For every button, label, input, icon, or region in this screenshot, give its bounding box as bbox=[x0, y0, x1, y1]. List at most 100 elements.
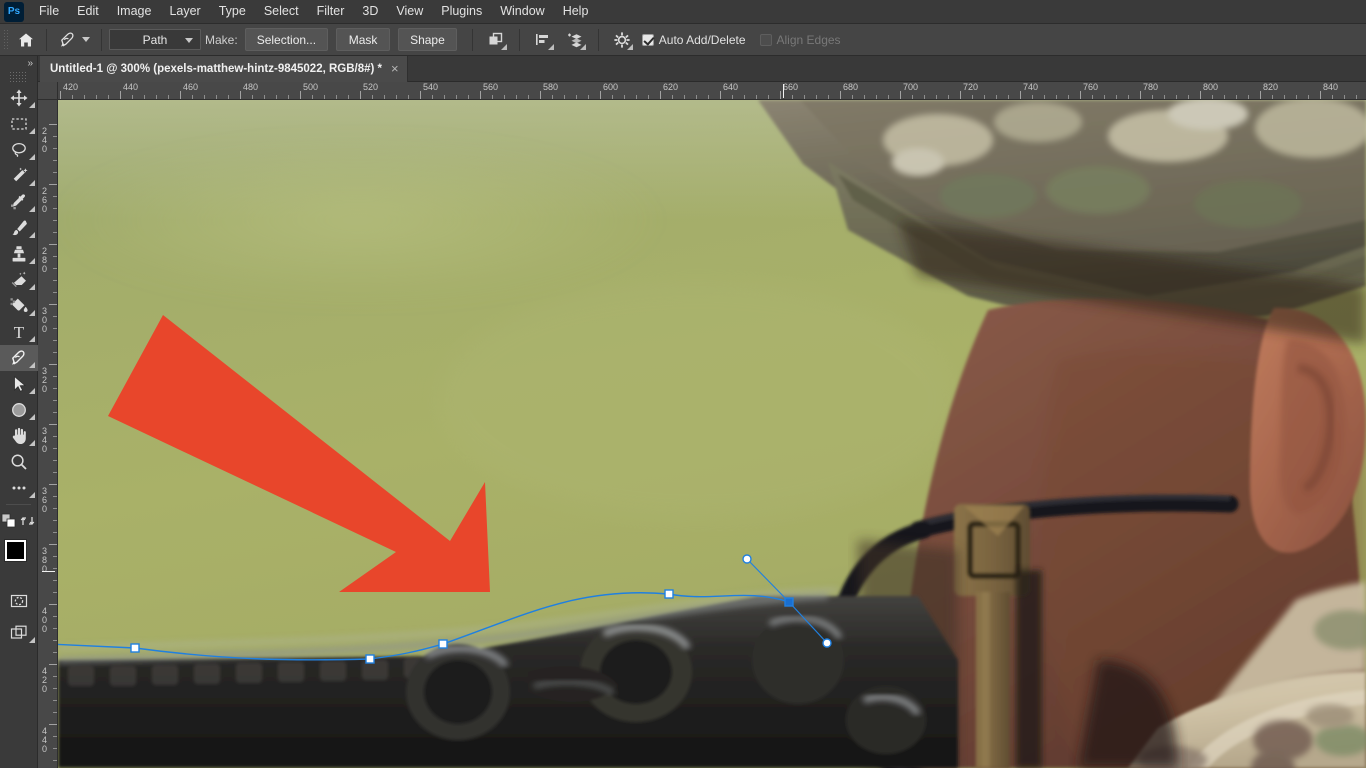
ruler-tick-minor bbox=[828, 95, 829, 99]
work-path-curve[interactable] bbox=[58, 592, 790, 661]
eyedropper-tool[interactable] bbox=[0, 189, 38, 215]
path-direction-handle[interactable] bbox=[742, 554, 752, 564]
ruler-tick-minor bbox=[192, 95, 193, 99]
auto-add-delete-checkbox-row[interactable]: Auto Add/Delete bbox=[641, 33, 746, 47]
chevron-down-icon bbox=[185, 38, 193, 43]
horizontal-ruler[interactable]: 420 440 460 480 500 520 540 560 580 600 620 640 660 6… bbox=[58, 82, 1366, 100]
tools-panel-grip[interactable] bbox=[9, 71, 28, 82]
quick-mask-mode-icon[interactable] bbox=[0, 588, 38, 614]
ruler-tick-minor bbox=[53, 196, 57, 197]
ruler-tick-minor bbox=[528, 95, 529, 99]
path-settings-gear-icon[interactable] bbox=[609, 28, 635, 52]
ruler-tick-minor bbox=[53, 208, 57, 209]
ruler-tick-minor bbox=[1212, 95, 1213, 99]
hand-tool[interactable] bbox=[0, 423, 38, 449]
options-bar-grip[interactable] bbox=[3, 28, 9, 51]
home-icon[interactable] bbox=[13, 27, 39, 53]
tools-panel: » T bbox=[0, 56, 38, 768]
path-alignment-icon[interactable] bbox=[530, 28, 556, 52]
tool-preset-picker[interactable] bbox=[54, 30, 94, 50]
image-canvas[interactable] bbox=[58, 100, 1366, 768]
ruler-tick-minor bbox=[1308, 95, 1309, 99]
tool-group-corner-icon bbox=[29, 310, 35, 316]
eraser-tool[interactable] bbox=[0, 267, 38, 293]
move-tool[interactable] bbox=[0, 85, 38, 111]
pen-path-overlay[interactable] bbox=[58, 100, 1366, 768]
pen-tool[interactable] bbox=[0, 345, 38, 371]
ruler-tick-minor bbox=[744, 95, 745, 99]
menu-item-window[interactable]: Window bbox=[491, 1, 553, 22]
dropdown-corner-icon bbox=[547, 43, 554, 50]
ruler-tick-minor bbox=[72, 95, 73, 99]
ruler-tick-minor bbox=[53, 412, 57, 413]
lasso-tool[interactable] bbox=[0, 137, 38, 163]
color-swatches[interactable] bbox=[0, 538, 38, 582]
dropdown-corner-icon bbox=[500, 43, 507, 50]
clone-stamp-tool[interactable] bbox=[0, 241, 38, 267]
path-operations-icon[interactable] bbox=[483, 28, 509, 52]
ruler-corner[interactable] bbox=[38, 82, 58, 100]
align-edges-label: Align Edges bbox=[776, 32, 841, 47]
default-colors-icon[interactable] bbox=[0, 508, 19, 534]
tool-group-corner-icon bbox=[29, 414, 35, 420]
path-anchor-point[interactable] bbox=[438, 639, 448, 649]
menu-item-help[interactable]: Help bbox=[554, 1, 598, 22]
edit-toolbar-more-tool[interactable] bbox=[0, 475, 38, 501]
menu-item-view[interactable]: View bbox=[387, 1, 432, 22]
ruler-label: 300 bbox=[41, 306, 47, 334]
path-anchor-point[interactable] bbox=[664, 589, 674, 599]
ruler-tick-minor bbox=[1068, 95, 1069, 99]
path-anchor-point-selected[interactable] bbox=[784, 597, 794, 607]
ruler-tick-minor bbox=[792, 95, 793, 99]
make-shape-button[interactable]: Shape bbox=[398, 28, 457, 51]
chevron-down-icon[interactable] bbox=[82, 37, 90, 42]
swap-colors-icon[interactable] bbox=[19, 508, 38, 534]
ruler-tick-minor bbox=[564, 95, 565, 99]
foreground-color-swatch[interactable] bbox=[5, 540, 26, 561]
paint-bucket-tool[interactable] bbox=[0, 293, 38, 319]
ruler-tick-minor bbox=[444, 95, 445, 99]
make-mask-button[interactable]: Mask bbox=[336, 28, 391, 51]
ellipse-shape-tool[interactable] bbox=[0, 397, 38, 423]
type-tool[interactable]: T bbox=[0, 319, 38, 345]
dropdown-corner-icon bbox=[626, 43, 633, 50]
auto-add-delete-checkbox[interactable] bbox=[641, 33, 654, 46]
close-icon[interactable]: × bbox=[391, 62, 399, 75]
ruler-tick bbox=[420, 91, 421, 99]
path-selection-tool[interactable] bbox=[0, 371, 38, 397]
menu-item-layer[interactable]: Layer bbox=[160, 1, 209, 22]
brush-tool[interactable] bbox=[0, 215, 38, 241]
ruler-tick bbox=[780, 91, 781, 99]
document-tab[interactable]: Untitled-1 @ 300% (pexels-matthew-hintz-… bbox=[40, 56, 408, 82]
menu-item-filter[interactable]: Filter bbox=[308, 1, 354, 22]
menu-item-3d[interactable]: 3D bbox=[353, 1, 387, 22]
path-mode-select[interactable]: Path bbox=[109, 29, 201, 50]
ruler-tick-minor bbox=[372, 95, 373, 99]
make-label: Make: bbox=[205, 32, 238, 47]
collapse-panel-icon[interactable]: » bbox=[0, 56, 37, 71]
ruler-tick bbox=[1080, 91, 1081, 99]
magic-wand-tool[interactable] bbox=[0, 163, 38, 189]
ruler-tick bbox=[120, 91, 121, 99]
menu-item-edit[interactable]: Edit bbox=[68, 1, 108, 22]
path-anchor-point[interactable] bbox=[365, 654, 375, 664]
zoom-tool[interactable] bbox=[0, 449, 38, 475]
menu-item-type[interactable]: Type bbox=[210, 1, 255, 22]
make-selection-button[interactable]: Selection... bbox=[244, 28, 329, 51]
path-direction-line bbox=[788, 601, 828, 644]
path-anchor-point[interactable] bbox=[130, 643, 140, 653]
ruler-tick bbox=[240, 91, 241, 99]
menu-item-plugins[interactable]: Plugins bbox=[432, 1, 491, 22]
ruler-label: 600 bbox=[603, 82, 619, 92]
ruler-tick-minor bbox=[53, 376, 57, 377]
rectangular-marquee-tool[interactable] bbox=[0, 111, 38, 137]
path-direction-handle[interactable] bbox=[822, 638, 832, 648]
vertical-ruler[interactable]: 240 260 280 300 320 340 360 380 400 420 440 bbox=[38, 100, 58, 768]
menu-item-image[interactable]: Image bbox=[108, 1, 161, 22]
path-arrangement-icon[interactable] bbox=[562, 28, 588, 52]
ruler-tick-minor bbox=[53, 520, 57, 521]
menu-item-select[interactable]: Select bbox=[255, 1, 308, 22]
screen-mode-icon[interactable] bbox=[0, 620, 38, 646]
menu-item-file[interactable]: File bbox=[30, 1, 68, 22]
ruler-tick-minor bbox=[288, 95, 289, 99]
